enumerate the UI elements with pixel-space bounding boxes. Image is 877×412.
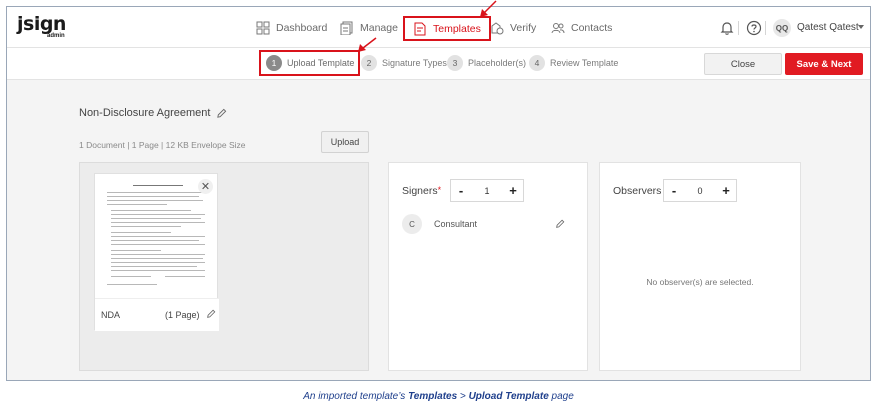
- top-nav: jsign admin Dashboard Manage Templates V…: [7, 7, 870, 48]
- nav-templates[interactable]: Templates: [403, 16, 491, 41]
- caption-prefix: An imported template’s: [303, 391, 409, 402]
- pencil-icon[interactable]: [206, 309, 216, 319]
- step-label: Signature Types: [382, 58, 447, 68]
- upload-button[interactable]: Upload: [321, 131, 369, 153]
- caption-bold-templates: Templates: [408, 391, 458, 402]
- signer-role: Consultant: [434, 219, 478, 229]
- caption-separator: >: [457, 391, 469, 402]
- caption-bold-upload: Upload Template: [468, 391, 549, 402]
- required-mark: *: [437, 185, 442, 195]
- signers-count[interactable]: 1: [484, 186, 489, 196]
- nav-contacts-label: Contacts: [571, 22, 613, 34]
- decrement-button[interactable]: -: [451, 183, 471, 198]
- signers-label-text: Signers: [402, 185, 438, 197]
- user-avatar[interactable]: QQ: [773, 19, 791, 37]
- close-icon[interactable]: ✕: [198, 179, 213, 194]
- nav-contacts[interactable]: Contacts: [551, 18, 612, 38]
- step-placeholders[interactable]: 3 Placeholder(s): [447, 52, 526, 74]
- templates-icon: [414, 22, 426, 35]
- dashboard-icon: [256, 21, 270, 35]
- chevron-down-icon[interactable]: [858, 25, 864, 29]
- observers-panel: Observers - 0 + No observer(s) are selec…: [599, 162, 801, 371]
- pencil-icon[interactable]: [216, 108, 227, 119]
- template-meta: 1 Document | 1 Page | 12 KB Envelope Siz…: [79, 140, 246, 150]
- step-label: Placeholder(s): [468, 58, 527, 68]
- figure-caption: An imported template’s Templates > Uploa…: [0, 391, 877, 402]
- help-icon[interactable]: [746, 20, 762, 36]
- document-panel: ✕ NDA (1 Page): [79, 162, 369, 371]
- decrement-button[interactable]: -: [664, 183, 684, 198]
- step-bar: 1 Upload Template 2 Signature Types 3 Pl…: [7, 48, 870, 80]
- document-name: NDA: [101, 310, 121, 320]
- contacts-icon: [551, 23, 565, 34]
- save-next-button[interactable]: Save & Next: [785, 53, 863, 75]
- observers-empty-message: No observer(s) are selected.: [646, 277, 754, 287]
- nav-verify-label: Verify: [510, 22, 537, 34]
- verify-icon: [491, 22, 504, 35]
- template-name: Non-Disclosure Agreement: [79, 107, 211, 119]
- step-review-template[interactable]: 4 Review Template: [529, 52, 618, 74]
- document-thumbnail: [105, 182, 209, 292]
- nav-manage[interactable]: Manage: [340, 18, 398, 38]
- nav-dashboard[interactable]: Dashboard: [256, 18, 327, 38]
- pencil-icon[interactable]: [555, 219, 565, 229]
- increment-button[interactable]: +: [716, 183, 736, 198]
- step-label: Upload Template: [287, 58, 355, 68]
- observers-stepper: - 0 +: [663, 179, 737, 202]
- user-name[interactable]: Qatest Qatest: [797, 22, 859, 33]
- app-window: jsign admin Dashboard Manage Templates V…: [6, 6, 871, 381]
- nav-templates-label: Templates: [433, 22, 481, 35]
- signer-item: C Consultant: [402, 213, 572, 235]
- step-number: 2: [361, 55, 377, 71]
- template-title: Non-Disclosure Agreement: [79, 107, 227, 119]
- nav-verify[interactable]: Verify: [490, 18, 536, 38]
- document-footer: NDA (1 Page): [95, 298, 219, 331]
- signers-label: Signers*: [402, 185, 441, 197]
- nav-manage-label: Manage: [360, 22, 398, 34]
- logo-subtext: admin: [47, 33, 65, 39]
- observers-label: Observers: [613, 185, 662, 197]
- document-pages: (1 Page): [165, 310, 200, 320]
- header-divider: [738, 21, 739, 35]
- logo-text: jsign: [17, 13, 66, 35]
- document-card[interactable]: ✕ NDA (1 Page): [94, 173, 219, 331]
- step-signature-types[interactable]: 2 Signature Types: [361, 52, 447, 74]
- observers-count[interactable]: 0: [697, 186, 702, 196]
- step-number: 4: [529, 55, 545, 71]
- signers-panel: Signers* - 1 + C Consultant: [388, 162, 588, 371]
- step-number: 1: [266, 55, 282, 71]
- step-label: Review Template: [550, 58, 619, 68]
- step-upload-template[interactable]: 1 Upload Template: [259, 50, 361, 76]
- manage-icon: [340, 21, 353, 35]
- header-divider: [765, 21, 766, 35]
- signers-stepper: - 1 +: [450, 179, 524, 202]
- step-number: 3: [447, 55, 463, 71]
- signer-avatar: C: [402, 214, 422, 234]
- close-button[interactable]: Close: [704, 53, 782, 75]
- bell-icon[interactable]: [719, 20, 735, 36]
- increment-button[interactable]: +: [503, 183, 523, 198]
- jsign-logo[interactable]: jsign admin: [17, 13, 77, 41]
- caption-suffix: page: [548, 391, 574, 402]
- nav-dashboard-label: Dashboard: [276, 22, 328, 34]
